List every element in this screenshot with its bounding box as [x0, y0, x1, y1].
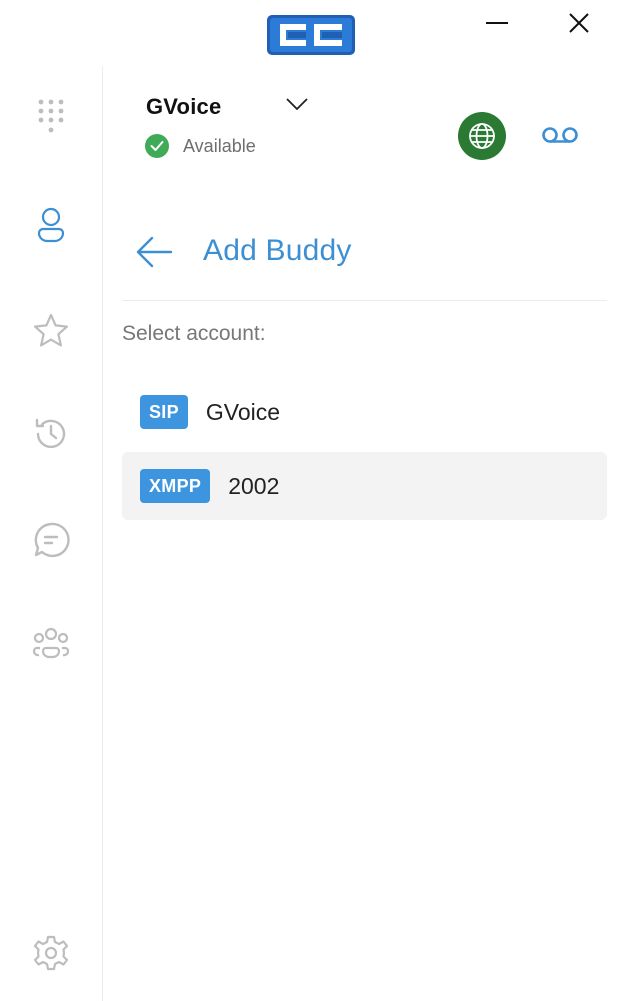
account-type-badge: XMPP: [140, 469, 211, 503]
sidebar-item-settings[interactable]: [28, 930, 74, 976]
presence-status[interactable]: Available: [145, 134, 256, 158]
status-check-icon: [145, 134, 169, 158]
sidebar-item-chat[interactable]: [28, 517, 74, 563]
minimize-icon: [486, 22, 508, 24]
sidebar-item-contacts[interactable]: [28, 202, 74, 248]
main-panel: GVoice Available Add Buddy Select accoun…: [103, 66, 624, 1001]
account-item-xmpp[interactable]: XMPP 2002: [122, 452, 607, 520]
account-type-badge: SIP: [140, 395, 188, 429]
star-icon: [33, 313, 69, 347]
minimize-button[interactable]: [480, 8, 514, 38]
sidebar-item-history[interactable]: [28, 411, 74, 457]
cc-logo: [267, 15, 355, 55]
arrow-left-icon: [136, 236, 173, 268]
history-icon: [35, 418, 66, 449]
chat-icon: [34, 522, 70, 558]
voicemail-button[interactable]: [539, 118, 581, 152]
sidebar-item-groups[interactable]: [28, 621, 74, 667]
sidebar: [0, 66, 103, 1001]
globe-button[interactable]: [458, 112, 506, 160]
account-item-label: GVoice: [205, 398, 281, 425]
app-window: GVoice Available Add Buddy Select accoun…: [0, 0, 624, 1001]
account-item-label: 2002: [228, 472, 280, 499]
close-icon: [569, 13, 589, 33]
back-button[interactable]: [133, 232, 175, 272]
globe-icon: [469, 123, 495, 149]
divider: [122, 300, 607, 301]
page-title: Add Buddy: [203, 234, 352, 267]
dialpad-icon: [38, 99, 64, 133]
account-dropdown-button[interactable]: [283, 92, 311, 116]
group-icon: [32, 627, 70, 659]
person-icon: [37, 207, 65, 243]
close-button[interactable]: [562, 8, 596, 38]
sidebar-item-favorites[interactable]: [28, 307, 74, 353]
sidebar-item-dialpad[interactable]: [28, 94, 74, 140]
chevron-down-icon: [286, 98, 308, 110]
status-label: Available: [183, 135, 256, 156]
title-bar: [0, 0, 624, 66]
account-item-sip[interactable]: SIP GVoice: [122, 378, 607, 446]
gear-icon: [33, 935, 69, 971]
select-account-label: Select account:: [122, 322, 266, 345]
account-name[interactable]: GVoice: [146, 94, 221, 120]
voicemail-icon: [542, 127, 578, 143]
